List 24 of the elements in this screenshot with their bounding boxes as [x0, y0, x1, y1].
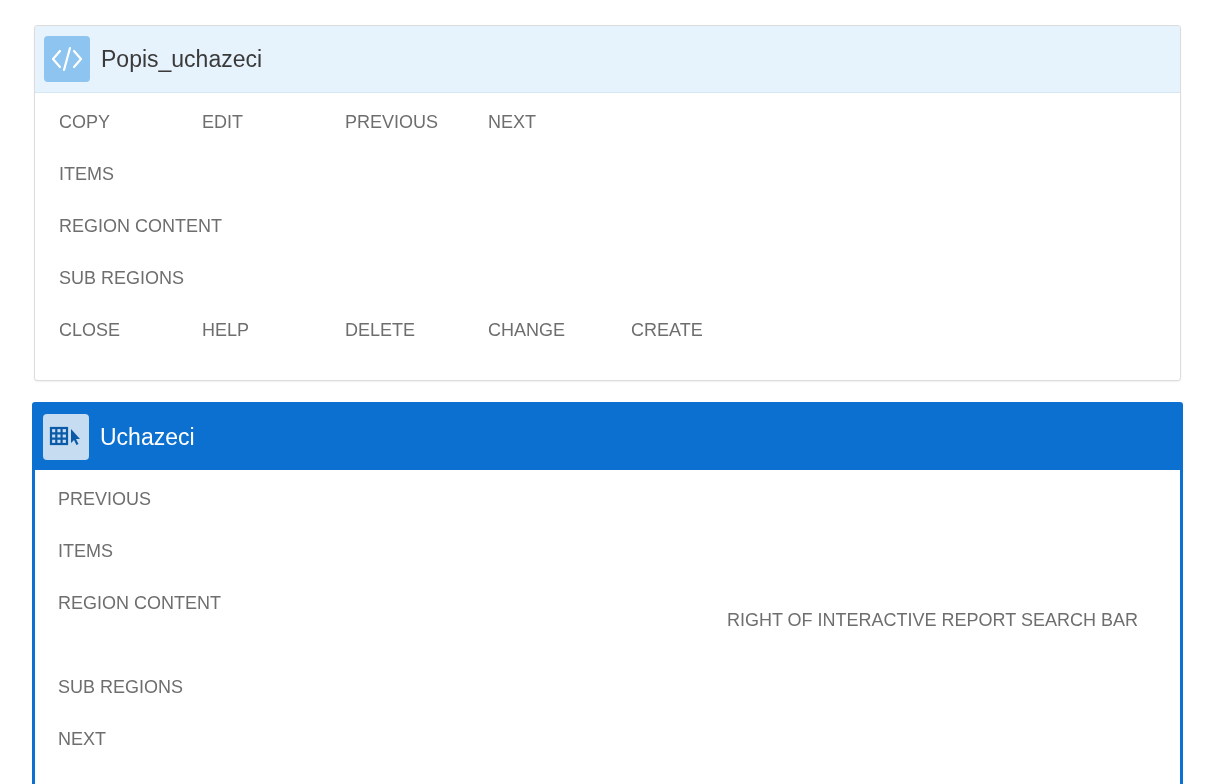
slot-label: PREVIOUS	[58, 488, 153, 511]
table-pointer-icon	[43, 414, 89, 460]
slot-label: ITEMS	[58, 540, 114, 563]
slot-label: ITEMS	[59, 163, 115, 186]
region-header[interactable]: Uchazeci	[35, 405, 1180, 470]
slot-label: SUB REGIONS	[59, 267, 186, 290]
slot-label: SUB REGIONS	[58, 676, 185, 699]
slot-label: CHANGE	[488, 319, 566, 342]
slot-label: EDIT	[202, 111, 244, 134]
slot-label: NEXT	[58, 728, 107, 751]
slot-label: REGION CONTENT	[58, 592, 221, 615]
code-icon	[44, 36, 90, 82]
slot-label: DELETE	[345, 319, 417, 342]
slot-label: HELP	[202, 319, 251, 342]
region-title: Popis_uchazeci	[101, 45, 263, 73]
slot-label: PREVIOUS	[345, 111, 440, 134]
slot-label: REGION CONTENT	[59, 215, 222, 238]
slot-label: CLOSE	[59, 319, 122, 342]
slot-label: CREATE	[631, 319, 704, 342]
region-header[interactable]: Popis_uchazeci	[35, 26, 1180, 93]
slot-label: COPY	[59, 111, 111, 134]
slot-label: NEXT	[488, 111, 537, 134]
region-title: Uchazeci	[100, 423, 195, 451]
slot-label: RIGHT OF INTERACTIVE REPORT SEARCH BAR	[726, 609, 1138, 632]
